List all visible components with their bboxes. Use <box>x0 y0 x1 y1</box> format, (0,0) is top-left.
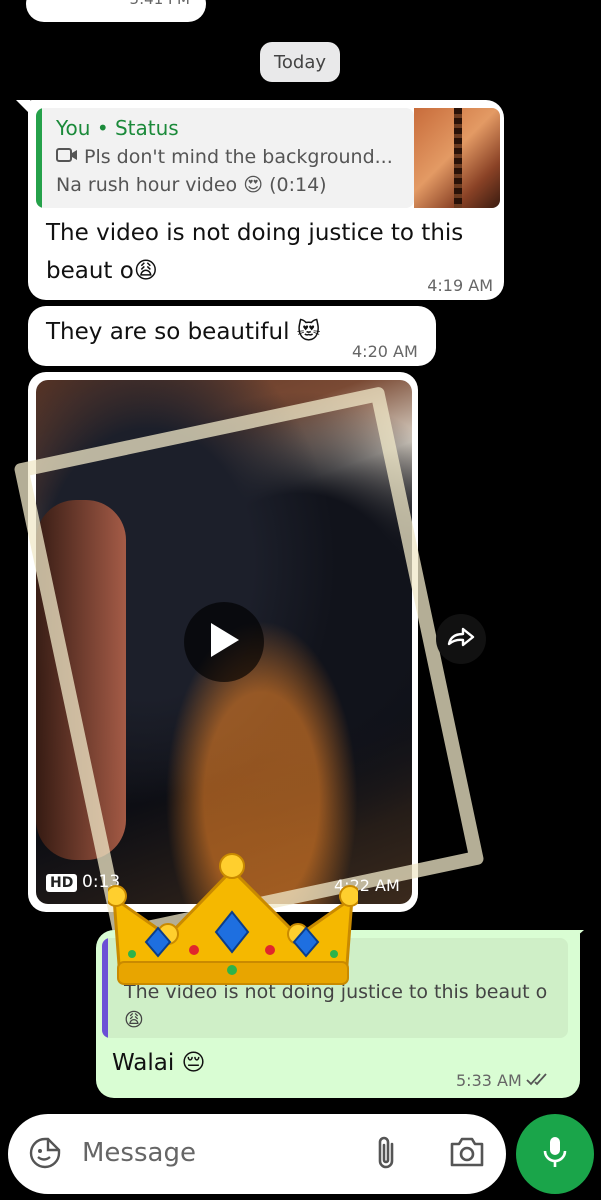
crown-icon <box>105 850 361 994</box>
message-time: 5:33 AM <box>456 1071 522 1090</box>
play-icon <box>207 621 241 663</box>
attach-icon[interactable] <box>372 1134 402 1176</box>
message-text: The video is not doing justice to this b… <box>46 220 464 284</box>
previous-message-time: 5:41 PM <box>130 0 190 8</box>
quote-author: You • Status <box>56 116 179 140</box>
status-thumbnail[interactable] <box>414 108 500 208</box>
forward-icon <box>446 626 476 652</box>
microphone-icon <box>541 1134 569 1174</box>
camera-icon[interactable] <box>448 1134 486 1174</box>
date-separator: Today <box>260 42 340 82</box>
sticker-emoji-icon[interactable] <box>28 1136 62 1174</box>
message-time: 4:19 AM <box>427 276 493 295</box>
video-camera-icon <box>56 146 78 168</box>
quote-accent-bar <box>36 108 42 208</box>
double-check-icon <box>526 1071 552 1090</box>
message-input[interactable]: Message <box>82 1138 196 1168</box>
message-time: 4:20 AM <box>352 342 418 361</box>
quote-line-2: Na rush hour video 😍 (0:14) <box>56 174 327 196</box>
status-quote[interactable]: You • Status Pls don't mind the backgrou… <box>36 108 414 208</box>
voice-record-button[interactable] <box>516 1114 594 1194</box>
previous-message-bubble[interactable]: 5:41 PM <box>26 0 206 22</box>
hd-badge: HD <box>46 874 78 892</box>
message-text: They are so beautiful 😻 <box>46 319 321 345</box>
quote-line-1: Pls don't mind the background... <box>84 146 393 168</box>
message-text: Walai 😔 <box>112 1050 206 1076</box>
play-button[interactable] <box>184 602 264 682</box>
forward-button[interactable] <box>436 614 486 664</box>
